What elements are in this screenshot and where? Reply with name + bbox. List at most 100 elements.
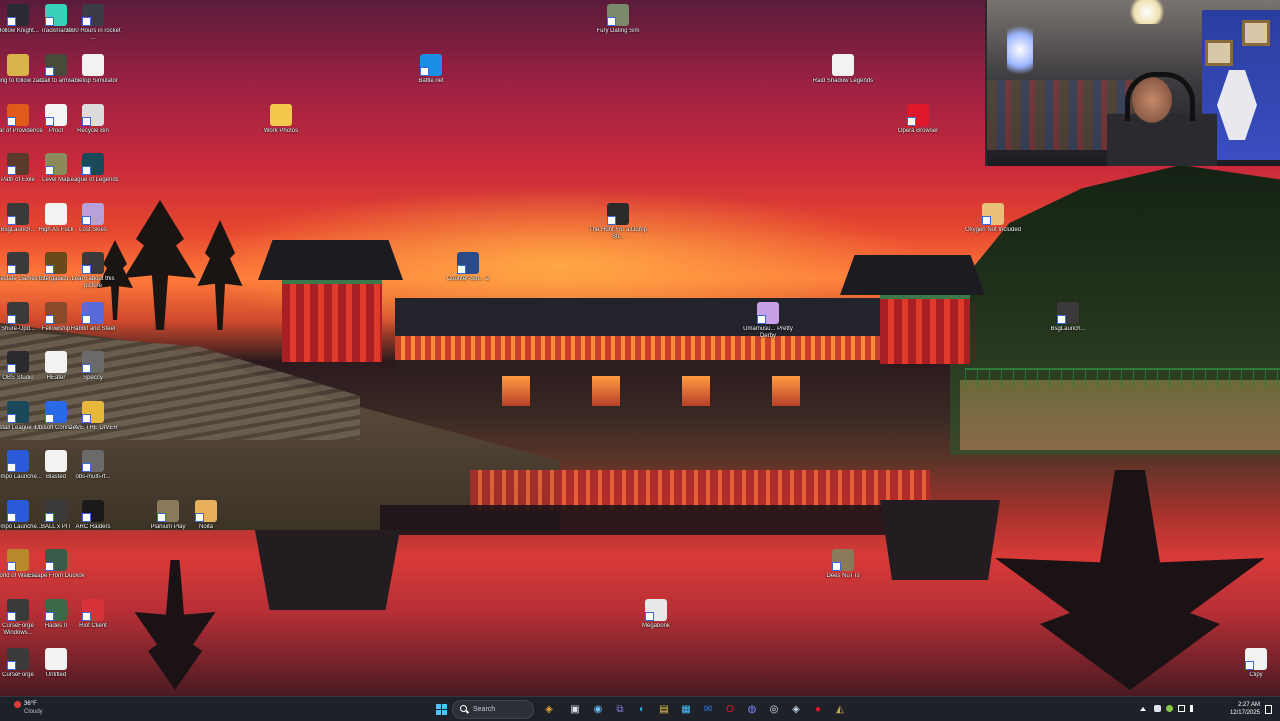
desktop-icon[interactable]: League of Legends: [62, 153, 124, 184]
desktop-icon[interactable]: Untitled: [25, 648, 87, 679]
clock-time: 2:27 AM: [1237, 702, 1260, 708]
bridge-base: [395, 360, 885, 376]
desktop-icon[interactable]: Speccy: [62, 351, 124, 382]
clock[interactable]: 2:27 AM 12/17/2025: [1230, 701, 1260, 717]
riverbank: [960, 380, 1280, 450]
desktop-icon[interactable]: Riot Client: [62, 599, 124, 630]
pavilion-reflection: [255, 530, 400, 610]
bridge-reflection: [470, 470, 930, 510]
lost-skies-icon: [82, 203, 104, 225]
outlook-icon[interactable]: ✉: [700, 701, 716, 717]
folder-icon: [270, 104, 292, 126]
pavilion-reflection: [880, 500, 1000, 580]
desktop-icon[interactable]: Work Photos: [250, 104, 312, 135]
desktop-icon-label: League of Legends: [67, 177, 119, 183]
desktop-icon-label: The Hunt For a Dump Sti...: [588, 227, 648, 241]
desktop-icon[interactable]: ARC Raiders: [62, 500, 124, 531]
start-button[interactable]: [433, 701, 449, 717]
desktop-icon[interactable]: Umamusu... Pretty Derby: [737, 302, 799, 340]
headset: [1125, 72, 1195, 121]
desktop-icon[interactable]: Fury Dating Sim: [587, 4, 649, 35]
desktop-icon-label: Speccy: [83, 375, 103, 381]
dave-the-diver-icon: [82, 401, 104, 423]
display-icon[interactable]: [1178, 705, 1185, 712]
weather-icon: [14, 701, 21, 708]
task-view-icon[interactable]: ▣: [567, 701, 583, 717]
desktop-icon[interactable]: BsgLaunch...: [1037, 302, 1099, 333]
escape-from-duckov-icon: [45, 549, 67, 571]
clock-date: 12/17/2025: [1229, 710, 1260, 716]
edge-icon[interactable]: ◐: [634, 701, 650, 717]
copilot-icon[interactable]: ◉: [590, 701, 606, 717]
desktop-icon[interactable]: 3080 Hours in rocket ...: [62, 4, 124, 42]
file-icon: [832, 54, 854, 76]
desktop-icon[interactable]: Escape From Duckov: [25, 549, 87, 580]
desktop-icon[interactable]: DAVE THE DIVER: [62, 401, 124, 432]
taskbar-search[interactable]: Search: [452, 700, 534, 719]
desktop-icon-label: Learn about this picture: [71, 276, 115, 290]
desktop-icon[interactable]: Megabonk: [625, 599, 687, 630]
desktop-icon[interactable]: Battle.net: [400, 54, 462, 85]
desktop-icon-label: Lost Skies: [79, 227, 107, 233]
desktop-icon[interactable]: Opera Browser: [887, 104, 949, 135]
steam-icon[interactable]: ◈: [788, 701, 804, 717]
search-icon: [460, 705, 467, 712]
teams-icon[interactable]: ⧉: [612, 701, 628, 717]
record-icon[interactable]: ●: [810, 701, 826, 717]
file-explorer-icon[interactable]: ▤: [656, 701, 672, 717]
desktop-icon-label: Noita: [198, 524, 213, 530]
league-icon[interactable]: ◭: [832, 701, 848, 717]
widgets-icon[interactable]: ◈: [541, 701, 557, 717]
desktop-icon[interactable]: Tabletop Simulator: [62, 54, 124, 85]
shield-icon[interactable]: [1154, 705, 1161, 712]
bridge-pillar: [592, 376, 620, 406]
speccy-icon: [82, 351, 104, 373]
ceiling-lamp: [1127, 0, 1167, 24]
obs-icon[interactable]: ◎: [766, 701, 782, 717]
desktop-icon[interactable]: Oxygen Not Included: [962, 203, 1024, 234]
opera-icon[interactable]: O: [722, 701, 738, 717]
webcam-overlay: [985, 0, 1280, 166]
dees-nutts-icon: [832, 549, 854, 571]
desktop-icon[interactable]: Clipy: [1225, 648, 1280, 679]
desktop-icon[interactable]: Lost Skies: [62, 203, 124, 234]
desktop-icon[interactable]: Raid Shadow Legends: [812, 54, 874, 85]
desktop-icon-label: Fury Dating Sim: [596, 28, 640, 34]
info-icon: [82, 252, 104, 274]
chevron-up-icon[interactable]: [1140, 707, 1146, 711]
game-shortcut-icon: [607, 203, 629, 225]
desktop-icon[interactable]: Counter-Stri... 2: [437, 252, 499, 283]
volume-icon[interactable]: [1190, 705, 1194, 712]
desktop-icon[interactable]: The Hunt For a Dump Sti...: [587, 203, 649, 241]
bridge-pillar: [682, 376, 710, 406]
file-icon: [45, 648, 67, 670]
megabonk-icon: [645, 599, 667, 621]
notification-icon[interactable]: [1265, 705, 1272, 714]
discord-icon[interactable]: ◍: [744, 701, 760, 717]
desktop-icon[interactable]: Learn about this picture: [62, 252, 124, 290]
update-icon[interactable]: [1166, 705, 1173, 712]
umamusume-icon: [757, 302, 779, 324]
desktop-icon[interactable]: obs-multi-rt...: [62, 450, 124, 481]
weather-temperature: 36°F: [24, 701, 37, 707]
desktop-icon-label: Raid Shadow Legends: [812, 78, 874, 84]
taskbar: 36°F Cloudy Search ◈ ▣ ◉ ⧉ ◐ ▤ ▦ ✉ O ◍ ◎ ◈ ● ◭ 2:27 A…: [0, 696, 1280, 721]
clipy-icon: [1245, 648, 1267, 670]
desktop-icon-label: Clipy: [1249, 672, 1263, 678]
bsg-launcher-icon: [1057, 302, 1079, 324]
desktop-icon-label: Riot Client: [79, 623, 107, 629]
weather-condition: Cloudy: [24, 709, 43, 715]
pavilion-right: [880, 295, 970, 364]
studio-light: [1007, 20, 1033, 80]
pavilion-roof-right: [840, 255, 985, 295]
desktop-icon[interactable]: Recycle Bin: [62, 104, 124, 135]
desktop-icon-label: Counter-Stri... 2: [446, 276, 490, 282]
desktop-icon[interactable]: Noita: [175, 500, 237, 531]
desktop-icon[interactable]: Dees NuTTs: [812, 549, 874, 580]
rabbit-and-steel-icon: [82, 302, 104, 324]
store-icon[interactable]: ▦: [678, 701, 694, 717]
opera-icon: [907, 104, 929, 126]
covered-bridge-roof: [395, 298, 885, 336]
tree-silhouette: [124, 200, 196, 330]
desktop-icon[interactable]: Rabbit and Steel: [62, 302, 124, 333]
